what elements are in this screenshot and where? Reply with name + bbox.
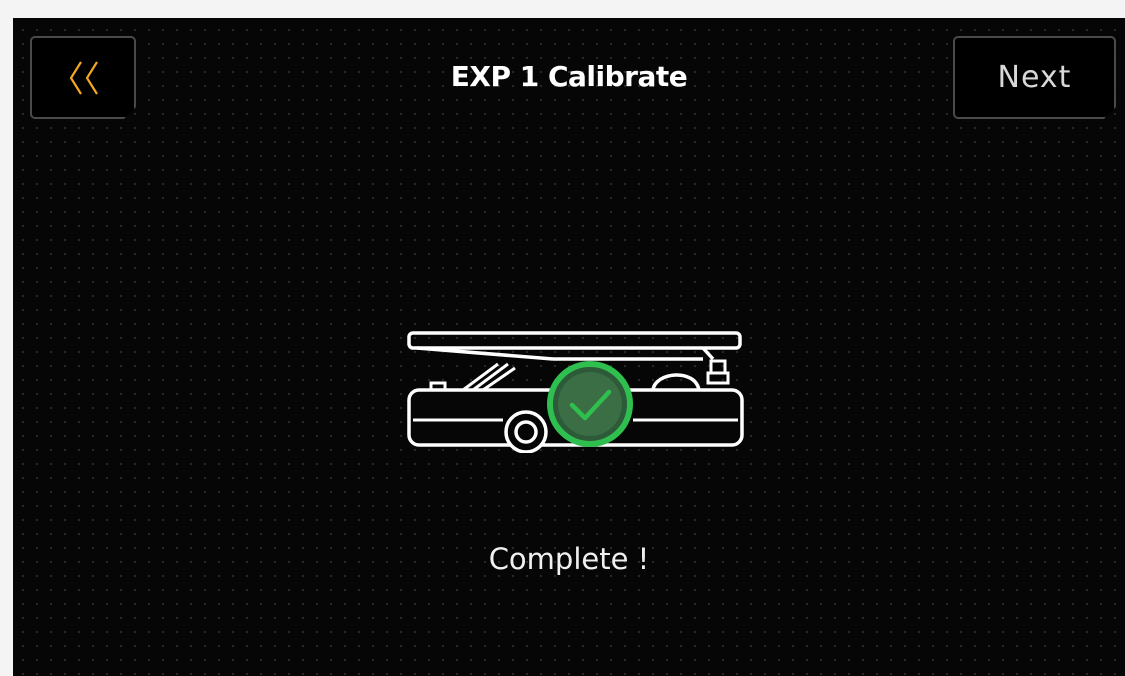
check-circle-icon <box>547 361 633 447</box>
next-button[interactable]: Next <box>953 36 1116 119</box>
next-button-label: Next <box>997 60 1072 95</box>
calibration-screen: EXP 1 Calibrate Next Complete ! <box>13 18 1125 676</box>
expression-pedal-icon <box>407 331 744 453</box>
status-message: Complete ! <box>488 542 650 576</box>
